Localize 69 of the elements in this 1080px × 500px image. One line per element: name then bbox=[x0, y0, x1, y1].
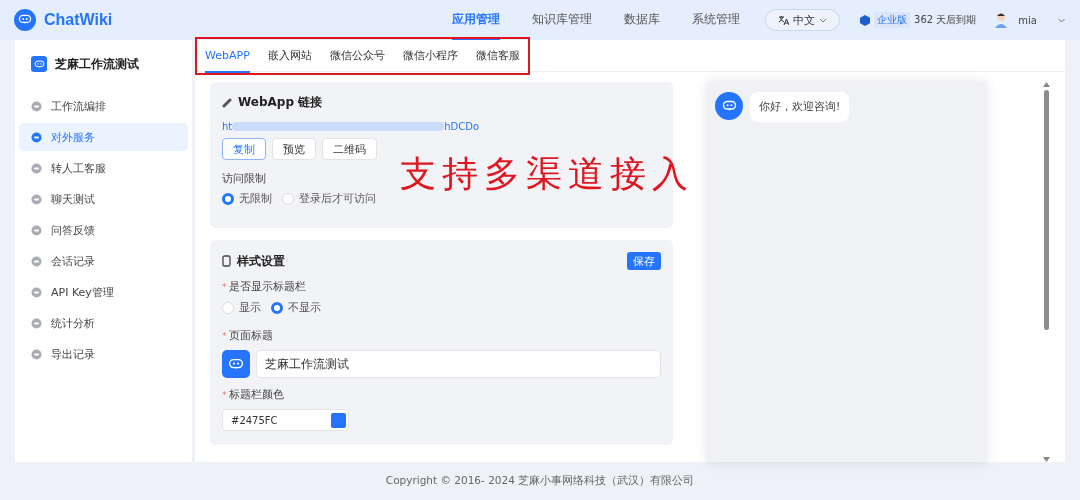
avatar-button[interactable] bbox=[222, 350, 250, 378]
menu-item-icon bbox=[31, 224, 42, 236]
radio-option[interactable]: 显示 bbox=[222, 301, 261, 315]
chevron-down-icon bbox=[819, 17, 828, 23]
save-button[interactable]: 保存 bbox=[627, 252, 661, 270]
radio-option[interactable]: 不显示 bbox=[271, 301, 321, 315]
app-logo: ChatWiki bbox=[44, 11, 113, 29]
nav-tab[interactable]: 系统管理 bbox=[692, 0, 741, 40]
field-label: 标题栏颜色 bbox=[228, 388, 284, 400]
required-mark: * bbox=[222, 331, 227, 341]
chevron-down-icon bbox=[1057, 17, 1066, 23]
menu-item-icon bbox=[31, 100, 42, 112]
card-title: 样式设置 bbox=[237, 252, 285, 270]
sidebar-item[interactable]: 工作流编排 bbox=[19, 92, 188, 120]
expiry-text: 362 天后到期 bbox=[914, 13, 977, 27]
copyright-text: Copyright © 2016- 2024 芝麻小事网络科技（武汉）有限公司 bbox=[385, 474, 695, 488]
user-name: mia bbox=[1018, 14, 1037, 26]
robot-glyph-icon bbox=[721, 100, 737, 112]
scrollbar[interactable] bbox=[1042, 82, 1050, 462]
chat-bubble: 你好，欢迎咨询! bbox=[750, 92, 850, 122]
hexagon-icon bbox=[860, 14, 871, 26]
app-name: 芝麻工作流测试 bbox=[55, 55, 139, 73]
action-button[interactable]: 二维码 bbox=[322, 138, 377, 160]
field-label: 访问限制 bbox=[222, 172, 267, 186]
menu-item-icon bbox=[31, 255, 42, 267]
sidebar-item[interactable]: 会话记录 bbox=[19, 247, 188, 275]
title-field[interactable]: 芝麻工作流测试 bbox=[256, 350, 661, 378]
sidebar-item[interactable]: 对外服务 bbox=[19, 123, 188, 151]
radio-option[interactable]: 登录后才可访问 bbox=[282, 192, 376, 206]
sidebar-item[interactable]: 问答反馈 bbox=[19, 216, 188, 244]
nav-tab[interactable]: 知识库管理 bbox=[532, 0, 593, 40]
field-label: 页面标题 bbox=[228, 329, 273, 341]
robot-glyph-icon bbox=[18, 14, 32, 26]
action-button[interactable]: 预览 bbox=[272, 138, 316, 160]
menu-item-icon bbox=[31, 286, 42, 298]
menu-item-icon bbox=[31, 193, 42, 205]
required-mark: * bbox=[222, 390, 227, 400]
sidebar-item[interactable]: 聊天测试 bbox=[19, 185, 188, 213]
menu-item-icon bbox=[31, 162, 42, 174]
sidebar-item[interactable]: 统计分析 bbox=[19, 309, 188, 337]
phone-icon bbox=[222, 255, 231, 267]
menu-item-icon bbox=[31, 348, 42, 360]
color-field[interactable]: #2475FC bbox=[222, 409, 349, 431]
radio-option[interactable]: 无限制 bbox=[222, 192, 272, 206]
menu-item-icon bbox=[31, 317, 42, 329]
link-text[interactable]: hDCDo bbox=[444, 121, 480, 132]
tab[interactable]: 微信客服 bbox=[475, 39, 520, 73]
tab[interactable]: 嵌入网站 bbox=[267, 39, 312, 73]
tab[interactable]: 微信公众号 bbox=[329, 39, 385, 73]
tab[interactable]: 微信小程序 bbox=[402, 39, 458, 73]
edition-badge: 企业版 bbox=[874, 12, 911, 28]
tab[interactable]: WebAPP bbox=[205, 39, 250, 73]
required-mark: * bbox=[222, 282, 227, 292]
annotation-text: 支持多渠道接入 bbox=[400, 152, 694, 196]
scroll-down-icon[interactable] bbox=[1042, 457, 1050, 462]
sidebar-item[interactable]: API Key管理 bbox=[19, 278, 188, 306]
avatar-icon bbox=[994, 12, 1009, 28]
robot-glyph-icon bbox=[228, 357, 244, 371]
sidebar-item[interactable]: 转人工客服 bbox=[19, 154, 188, 182]
translate-icon bbox=[778, 14, 790, 26]
link-text[interactable]: ht bbox=[222, 121, 233, 132]
nav-tab[interactable]: 数据库 bbox=[624, 0, 661, 40]
language-select[interactable]: 中文 bbox=[765, 9, 841, 31]
menu-item-icon bbox=[31, 131, 42, 143]
sidebar-item[interactable]: 导出记录 bbox=[19, 340, 188, 368]
scroll-up-icon[interactable] bbox=[1042, 82, 1050, 87]
action-button[interactable]: 复制 bbox=[222, 138, 266, 160]
field-label: 是否显示标题栏 bbox=[228, 280, 306, 292]
card-title: WebApp 链接 bbox=[238, 94, 323, 111]
